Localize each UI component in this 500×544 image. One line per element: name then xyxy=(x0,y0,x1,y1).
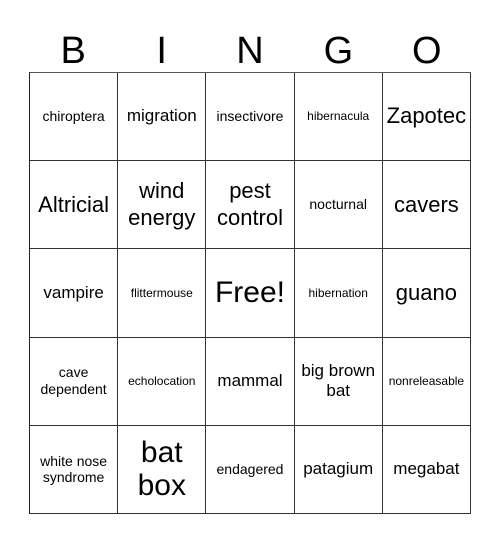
bingo-header: B I N G O xyxy=(29,30,471,72)
bingo-cell[interactable]: megabat xyxy=(382,425,471,514)
header-letter-i: I xyxy=(156,30,167,72)
bingo-cell[interactable]: mammal xyxy=(206,337,295,426)
bingo-cell[interactable]: nonreleasable xyxy=(382,337,471,426)
header-letter-g: G xyxy=(323,30,354,72)
bingo-cell[interactable]: pest control xyxy=(206,161,295,250)
header-letter-n: N xyxy=(236,30,264,72)
bingo-cell[interactable]: hibernacula xyxy=(294,73,383,162)
free-space-cell[interactable]: Free! xyxy=(206,249,295,338)
bingo-cell[interactable]: insectivore xyxy=(206,73,295,162)
bingo-cell[interactable]: white nose syndrome xyxy=(30,425,119,514)
bingo-cell[interactable]: Zapotec xyxy=(382,73,471,162)
bingo-cell[interactable]: vampire xyxy=(30,249,119,338)
bingo-cell[interactable]: cave dependent xyxy=(30,337,119,426)
bingo-cell[interactable]: patagium xyxy=(294,425,383,514)
bingo-cell[interactable]: cavers xyxy=(382,161,471,250)
bingo-cell[interactable]: echolocation xyxy=(118,337,207,426)
bingo-cell[interactable]: nocturnal xyxy=(294,161,383,250)
bingo-cell[interactable]: Altricial xyxy=(30,161,119,250)
bingo-cell[interactable]: migration xyxy=(118,73,207,162)
bingo-cell[interactable]: hibernation xyxy=(294,249,383,338)
bingo-cell[interactable]: flittermouse xyxy=(118,249,207,338)
header-letter-b: B xyxy=(60,30,86,72)
bingo-cell[interactable]: wind energy xyxy=(118,161,207,250)
bingo-card-grid: chiroptera migration insectivore hibernacul… xyxy=(29,72,471,514)
bingo-cell[interactable]: endagered xyxy=(206,425,295,514)
header-letter-o: O xyxy=(412,30,442,72)
bingo-cell[interactable]: bat box xyxy=(118,425,207,514)
bingo-cell[interactable]: chiroptera xyxy=(30,73,119,162)
bingo-cell[interactable]: guano xyxy=(382,249,471,338)
bingo-cell[interactable]: big brown bat xyxy=(294,337,383,426)
